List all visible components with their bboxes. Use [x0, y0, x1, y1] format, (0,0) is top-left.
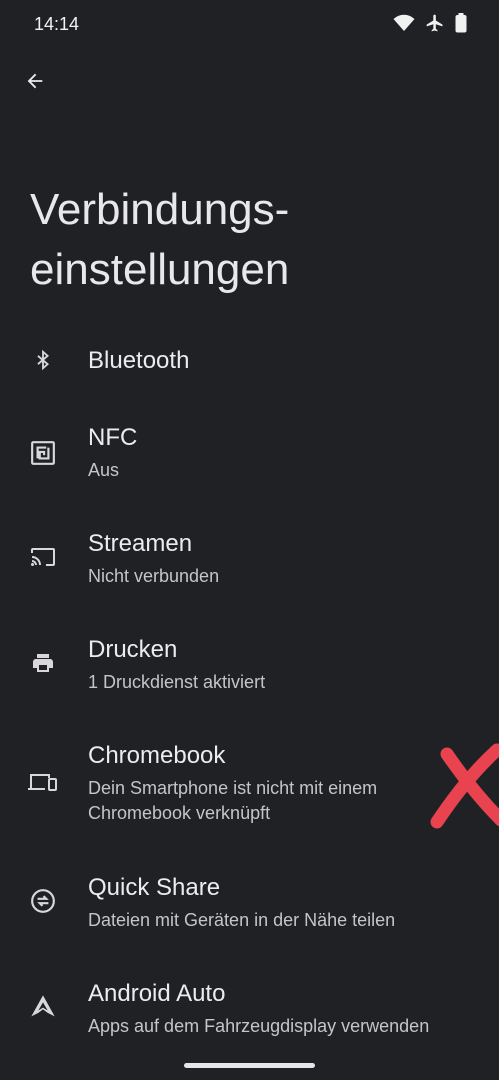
- printer-icon: [28, 648, 58, 678]
- quick-share-label: Quick Share: [88, 874, 221, 901]
- quick-share-summary: Dateien mit Geräten in der Nähe teilen: [88, 910, 396, 930]
- android-auto-label: Android Auto: [88, 980, 226, 1007]
- settings-item-nfc[interactable]: NFC Aus: [0, 414, 499, 494]
- nfc-label: NFC: [88, 424, 138, 451]
- status-icons: [393, 13, 467, 33]
- navigation-handle[interactable]: [184, 1063, 315, 1068]
- settings-item-quick-share[interactable]: Quick Share Dateien mit Geräten in der N…: [0, 864, 499, 944]
- wifi-icon: [393, 14, 415, 32]
- settings-item-bluetooth[interactable]: Bluetooth: [0, 330, 499, 392]
- status-bar: 14:14: [0, 0, 499, 48]
- chromebook-summary-line-1: Dein Smartphone ist nicht mit einem: [88, 778, 378, 798]
- page-title: Verbindungs- einstellungen: [30, 180, 470, 300]
- android-auto-summary: Apps auf dem Fahrzeugdisplay verwenden: [88, 1016, 430, 1036]
- cast-icon: [28, 542, 58, 572]
- settings-item-android-auto[interactable]: Android Auto Apps auf dem Fahrzeugdispla…: [0, 970, 499, 1050]
- back-button[interactable]: [16, 64, 54, 102]
- devices-icon: [28, 768, 58, 798]
- battery-icon: [455, 13, 467, 33]
- nfc-summary: Aus: [88, 460, 120, 480]
- chromebook-summary-line-2: Chromebook verknüpft: [88, 803, 271, 823]
- chromebook-summary: Dein Smartphone ist nicht mit einem Chro…: [88, 776, 448, 826]
- quick-share-icon: [28, 886, 58, 916]
- streamen-summary: Nicht verbunden: [88, 566, 220, 586]
- streamen-label: Streamen: [88, 530, 193, 557]
- bluetooth-icon: [28, 345, 58, 375]
- red-x-mark-icon: [430, 743, 499, 829]
- settings-item-streamen[interactable]: Streamen Nicht verbunden: [0, 520, 499, 600]
- page-title-line-1: Verbindungs-: [30, 185, 290, 234]
- drucken-label: Drucken: [88, 636, 178, 663]
- arrow-left-icon: [24, 70, 46, 97]
- settings-item-drucken[interactable]: Drucken 1 Druckdienst aktiviert: [0, 626, 499, 706]
- page-title-line-2: einstellungen: [30, 245, 290, 294]
- status-time: 14:14: [34, 14, 80, 34]
- airplane-icon: [425, 13, 445, 33]
- android-auto-icon: [28, 992, 58, 1022]
- bluetooth-label: Bluetooth: [88, 347, 190, 374]
- chromebook-label: Chromebook: [88, 742, 226, 769]
- drucken-summary: 1 Druckdienst aktiviert: [88, 672, 266, 692]
- nfc-icon: [28, 438, 58, 468]
